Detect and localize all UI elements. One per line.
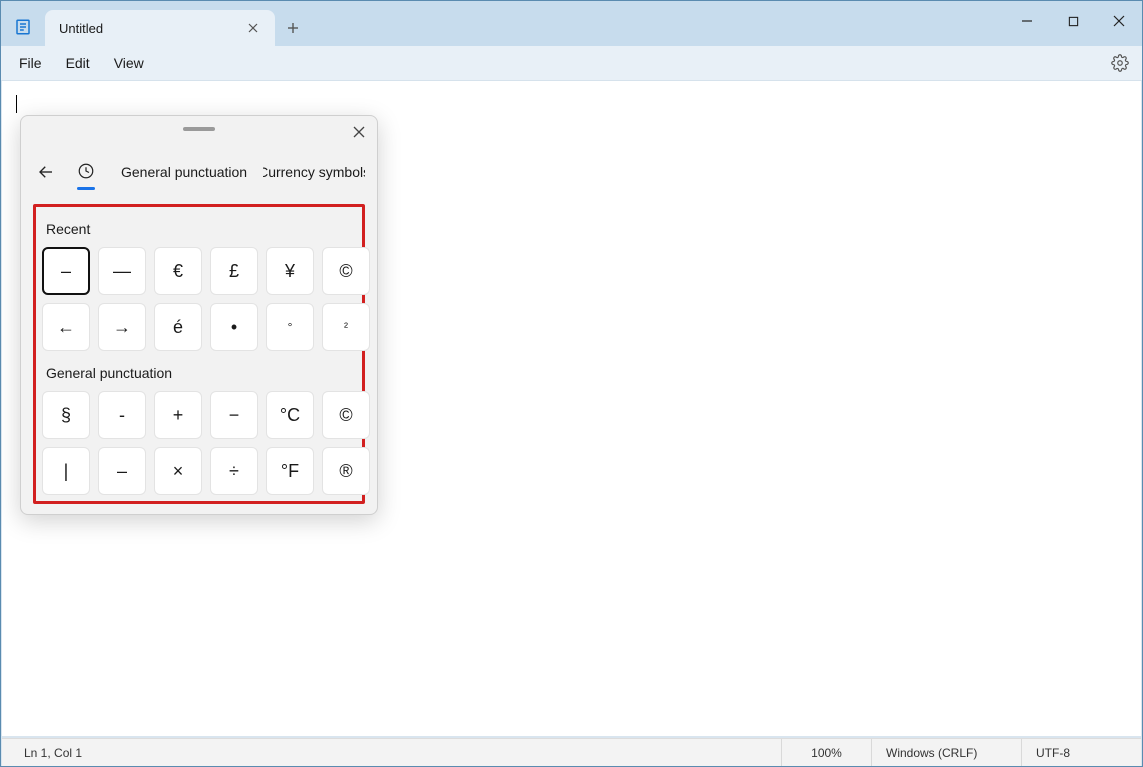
menu-file[interactable]: File bbox=[7, 51, 54, 75]
symbol-hyphen[interactable]: - bbox=[98, 391, 146, 439]
panel-drag-handle[interactable] bbox=[21, 116, 377, 142]
panel-body: Recent – — € £ ¥ © ← → é • ° ² General p… bbox=[21, 198, 377, 514]
symbol-en-dash-2[interactable]: – bbox=[98, 447, 146, 495]
maximize-button[interactable] bbox=[1050, 1, 1096, 41]
symbol-copyright[interactable]: © bbox=[322, 247, 370, 295]
symbol-celsius[interactable]: °C bbox=[266, 391, 314, 439]
symbol-minus[interactable]: − bbox=[210, 391, 258, 439]
grip-icon bbox=[183, 127, 215, 131]
clock-icon bbox=[77, 162, 95, 183]
status-zoom[interactable]: 100% bbox=[781, 739, 871, 766]
symbol-panel: General punctuation Currency symbols Rec… bbox=[20, 115, 378, 515]
panel-tabs: General punctuation Currency symbols bbox=[21, 142, 377, 198]
window-controls bbox=[1004, 1, 1142, 41]
tab-label: General punctuation bbox=[121, 164, 247, 180]
close-button[interactable] bbox=[1096, 1, 1142, 41]
symbol-degree[interactable]: ° bbox=[266, 303, 314, 351]
symbol-pound[interactable]: £ bbox=[210, 247, 258, 295]
tab-title: Untitled bbox=[59, 21, 241, 36]
highlighted-region: Recent – — € £ ¥ © ← → é • ° ² General p… bbox=[33, 204, 365, 504]
symbol-fahrenheit[interactable]: °F bbox=[266, 447, 314, 495]
tab-untitled[interactable]: Untitled bbox=[45, 10, 275, 46]
minimize-button[interactable] bbox=[1004, 1, 1050, 41]
text-caret bbox=[16, 95, 17, 113]
notepad-icon bbox=[9, 13, 37, 41]
symbol-section[interactable]: § bbox=[42, 391, 90, 439]
symbol-copyright-2[interactable]: © bbox=[322, 391, 370, 439]
panel-back-button[interactable] bbox=[29, 155, 63, 189]
menubar: File Edit View bbox=[1, 46, 1142, 81]
section-title-recent: Recent bbox=[46, 221, 352, 237]
titlebar: Untitled bbox=[1, 1, 1142, 46]
menu-edit[interactable]: Edit bbox=[54, 51, 102, 75]
symbol-euro[interactable]: € bbox=[154, 247, 202, 295]
symbol-multiply[interactable]: × bbox=[154, 447, 202, 495]
status-line-ending[interactable]: Windows (CRLF) bbox=[871, 739, 1021, 766]
tab-close-icon[interactable] bbox=[241, 16, 265, 40]
symbol-en-dash[interactable]: – bbox=[42, 247, 90, 295]
symbol-plus[interactable]: + bbox=[154, 391, 202, 439]
general-punctuation-grid: § - + − °C © | – × ÷ °F ® bbox=[42, 391, 356, 495]
symbol-vertical-bar[interactable]: | bbox=[42, 447, 90, 495]
recent-grid: – — € £ ¥ © ← → é • ° ² bbox=[42, 247, 356, 351]
panel-close-button[interactable] bbox=[345, 120, 373, 144]
menu-view[interactable]: View bbox=[102, 51, 156, 75]
symbol-registered[interactable]: ® bbox=[322, 447, 370, 495]
symbol-yen[interactable]: ¥ bbox=[266, 247, 314, 295]
symbol-bullet[interactable]: • bbox=[210, 303, 258, 351]
tab-recent[interactable] bbox=[67, 152, 105, 192]
tab-label: Currency symbols bbox=[263, 164, 365, 180]
symbol-right-arrow[interactable]: → bbox=[98, 303, 146, 351]
symbol-e-acute[interactable]: é bbox=[154, 303, 202, 351]
statusbar: Ln 1, Col 1 100% Windows (CRLF) UTF-8 bbox=[2, 738, 1141, 766]
new-tab-button[interactable] bbox=[275, 10, 311, 46]
symbol-divide[interactable]: ÷ bbox=[210, 447, 258, 495]
status-encoding[interactable]: UTF-8 bbox=[1021, 739, 1141, 766]
symbol-em-dash[interactable]: — bbox=[98, 247, 146, 295]
tab-general-punctuation[interactable]: General punctuation bbox=[109, 152, 259, 192]
section-title-general-punct: General punctuation bbox=[46, 365, 352, 381]
tab-currency-symbols[interactable]: Currency symbols bbox=[263, 152, 365, 192]
symbol-left-arrow[interactable]: ← bbox=[42, 303, 90, 351]
settings-button[interactable] bbox=[1104, 47, 1136, 79]
status-position: Ln 1, Col 1 bbox=[2, 739, 96, 766]
symbol-squared[interactable]: ² bbox=[322, 303, 370, 351]
